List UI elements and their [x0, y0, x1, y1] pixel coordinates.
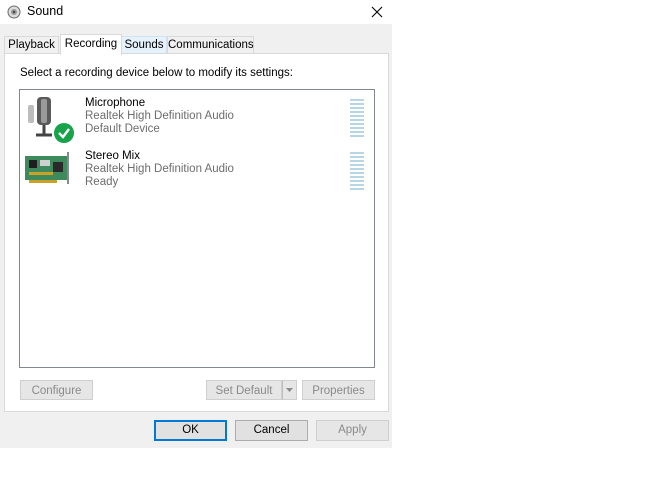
- recording-panel: Select a recording device below to modif…: [4, 53, 389, 412]
- ok-button[interactable]: OK: [154, 420, 227, 441]
- tab-playback[interactable]: Playback: [4, 36, 59, 54]
- apply-button[interactable]: Apply: [316, 420, 389, 441]
- chevron-down-icon: [286, 388, 293, 392]
- close-icon: [371, 6, 383, 18]
- speaker-icon: [7, 5, 21, 19]
- level-meter: [350, 152, 364, 192]
- sound-card-icon: [25, 152, 69, 184]
- list-item[interactable]: Microphone Realtek High Definition Audio…: [20, 95, 374, 147]
- level-meter: [350, 99, 364, 139]
- title-bar[interactable]: Sound: [0, 0, 392, 24]
- window-title: Sound: [27, 4, 64, 18]
- device-status: Ready: [85, 176, 119, 188]
- close-button[interactable]: [362, 0, 392, 24]
- instruction-text: Select a recording device below to modif…: [20, 67, 293, 79]
- cancel-button[interactable]: Cancel: [235, 420, 308, 441]
- set-default-dropdown[interactable]: [282, 380, 297, 400]
- device-name: Microphone: [85, 97, 146, 109]
- device-status: Default Device: [85, 123, 160, 135]
- tab-communications[interactable]: Communications: [167, 36, 254, 54]
- sound-dialog: Sound Playback Recording Sounds Communic…: [0, 0, 392, 448]
- device-name: Stereo Mix: [85, 150, 140, 162]
- device-list[interactable]: Microphone Realtek High Definition Audio…: [19, 89, 375, 368]
- properties-button[interactable]: Properties: [302, 380, 375, 400]
- device-driver: Realtek High Definition Audio: [85, 110, 234, 122]
- tab-sounds[interactable]: Sounds: [121, 36, 167, 54]
- set-default-button[interactable]: Set Default: [206, 380, 282, 400]
- default-check-icon: [54, 123, 74, 143]
- tab-recording[interactable]: Recording: [60, 34, 122, 55]
- configure-button[interactable]: Configure: [20, 380, 93, 400]
- list-item[interactable]: Stereo Mix Realtek High Definition Audio…: [20, 148, 374, 200]
- device-driver: Realtek High Definition Audio: [85, 163, 234, 175]
